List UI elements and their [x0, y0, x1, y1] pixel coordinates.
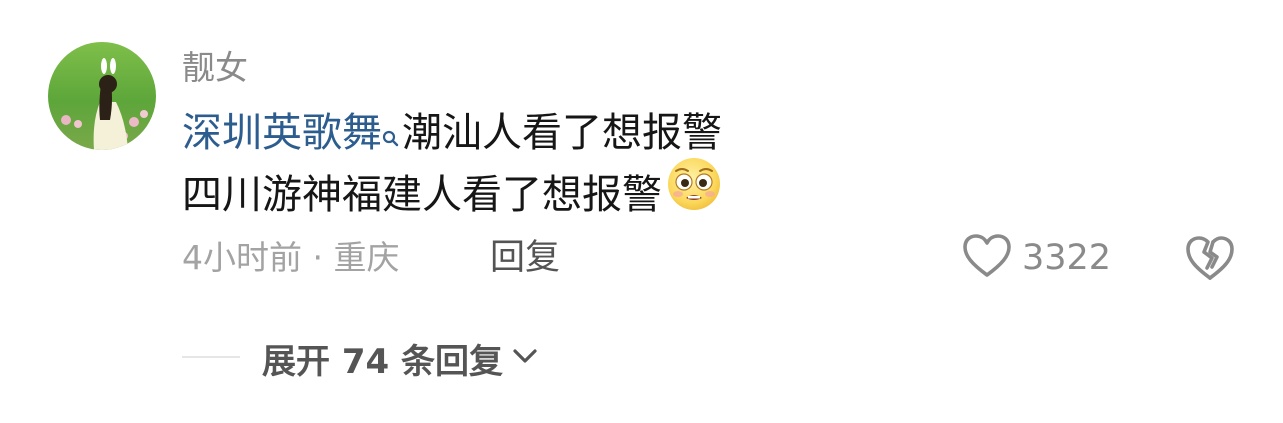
expand-replies-label: 展开 74 条回复 — [262, 341, 503, 382]
reply-button[interactable]: 回复 — [490, 236, 560, 280]
search-icon — [382, 108, 400, 166]
dislike-button[interactable] — [1184, 234, 1236, 282]
comment-line-1: 深圳英歌舞 潮汕人看了想报警 — [182, 104, 822, 166]
hashtag-link[interactable]: 深圳英歌舞 — [182, 110, 402, 156]
comment-text: 深圳英歌舞 潮汕人看了想报警 四川游神福建人看了想报警 — [182, 104, 822, 228]
avatar[interactable] — [48, 42, 156, 150]
like-button[interactable]: 3322 — [962, 234, 1111, 282]
replies-divider — [182, 356, 240, 358]
comment-time-location: 4小时前 · 重庆 — [182, 238, 400, 277]
comment-line-2: 四川游神福建人看了想报警 — [182, 158, 822, 228]
comment-username[interactable]: 靓女 — [182, 48, 248, 88]
hashtag-label: 深圳英歌舞 — [182, 110, 382, 156]
like-count: 3322 — [1022, 238, 1112, 278]
comment-line-2-text: 四川游神福建人看了想报警 — [182, 172, 662, 218]
broken-heart-icon — [1184, 236, 1236, 286]
expand-replies-button[interactable]: 展开 74 条回复 — [262, 336, 539, 382]
heart-outline-icon — [962, 233, 1012, 283]
comment-line-1-text: 潮汕人看了想报警 — [402, 110, 722, 156]
pleading-face-emoji-icon — [666, 156, 722, 228]
chevron-down-icon — [511, 346, 539, 370]
avatar-image — [48, 42, 156, 150]
